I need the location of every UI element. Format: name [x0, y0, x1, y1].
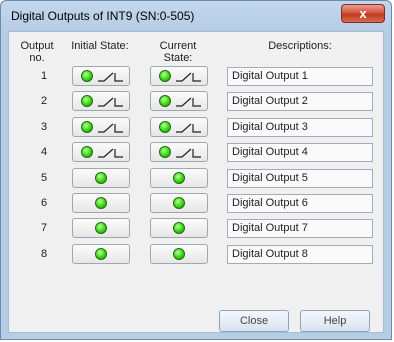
initial-state-button[interactable]: [72, 91, 130, 111]
header-output-no: Output no.: [17, 40, 57, 64]
open-switch-icon: [176, 72, 201, 82]
green-led-icon: [95, 248, 107, 260]
description-field[interactable]: Digital Output 8: [227, 245, 373, 264]
current-state-button[interactable]: [150, 218, 208, 238]
current-state-button[interactable]: [150, 142, 208, 162]
current-state-button[interactable]: [150, 193, 208, 213]
green-led-icon: [81, 146, 93, 158]
header-current-state: Current State:: [149, 40, 207, 64]
current-state-button[interactable]: [150, 168, 208, 188]
output-number: 7: [40, 222, 48, 234]
header-output-no-line1: Output: [20, 40, 54, 52]
output-number: 1: [40, 70, 48, 82]
green-led-icon: [81, 70, 93, 82]
green-led-icon: [159, 146, 171, 158]
green-led-icon: [173, 222, 185, 234]
dialog-client-area: Output no. Initial State: Current State:…: [8, 31, 384, 333]
open-switch-icon: [98, 123, 123, 133]
description-field[interactable]: Digital Output 6: [227, 194, 373, 213]
output-number: 4: [40, 146, 48, 158]
window-close-button[interactable]: x: [341, 4, 385, 23]
initial-state-button[interactable]: [72, 142, 130, 162]
current-state-button[interactable]: [150, 117, 208, 137]
header-current-state-line2: State:: [163, 52, 193, 64]
output-number: 5: [40, 172, 48, 184]
initial-state-button[interactable]: [72, 244, 130, 264]
initial-state-button[interactable]: [72, 168, 130, 188]
green-led-icon: [95, 222, 107, 234]
output-number: 2: [40, 95, 48, 107]
green-led-icon: [173, 172, 185, 184]
green-led-icon: [95, 172, 107, 184]
open-switch-icon: [98, 148, 123, 158]
green-led-icon: [159, 121, 171, 133]
description-field[interactable]: Digital Output 3: [227, 118, 373, 137]
open-switch-icon: [176, 148, 201, 158]
description-field[interactable]: Digital Output 2: [227, 92, 373, 111]
initial-state-button[interactable]: [72, 218, 130, 238]
open-switch-icon: [176, 123, 201, 133]
current-state-button[interactable]: [150, 244, 208, 264]
close-button[interactable]: Close: [219, 310, 289, 332]
close-icon: x: [359, 6, 367, 21]
initial-state-button[interactable]: [72, 193, 130, 213]
output-number: 3: [40, 121, 48, 133]
description-field[interactable]: Digital Output 1: [227, 67, 373, 86]
green-led-icon: [81, 95, 93, 107]
initial-state-button[interactable]: [72, 66, 130, 86]
open-switch-icon: [176, 97, 201, 107]
initial-state-button[interactable]: [72, 117, 130, 137]
description-field[interactable]: Digital Output 5: [227, 169, 373, 188]
green-led-icon: [173, 248, 185, 260]
current-state-button[interactable]: [150, 91, 208, 111]
green-led-icon: [173, 197, 185, 209]
header-descriptions: Descriptions:: [268, 40, 332, 52]
dialog-window: Digital Outputs of INT9 (SN:0-505) x Out…: [0, 0, 392, 340]
current-state-button[interactable]: [150, 66, 208, 86]
window-title: Digital Outputs of INT9 (SN:0-505): [11, 9, 195, 23]
green-led-icon: [95, 197, 107, 209]
output-number: 6: [40, 197, 48, 209]
header-current-state-line1: Current: [159, 40, 197, 52]
open-switch-icon: [98, 97, 123, 107]
output-number: 8: [40, 248, 48, 260]
header-initial-state: Initial State:: [71, 40, 129, 52]
help-button[interactable]: Help: [300, 310, 370, 332]
description-field[interactable]: Digital Output 7: [227, 219, 373, 238]
open-switch-icon: [98, 72, 123, 82]
green-led-icon: [81, 121, 93, 133]
header-output-no-line2: no.: [29, 52, 45, 64]
green-led-icon: [159, 95, 171, 107]
title-bar[interactable]: Digital Outputs of INT9 (SN:0-505) x: [1, 1, 391, 31]
description-field[interactable]: Digital Output 4: [227, 143, 373, 162]
green-led-icon: [159, 70, 171, 82]
